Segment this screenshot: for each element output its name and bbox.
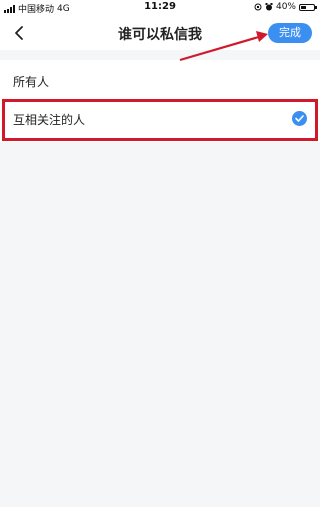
status-bar: 中国移动 4G 11:29 40% [0,0,320,16]
option-label: 所有人 [13,75,50,89]
nav-bar: 谁可以私信我 完成 [0,16,320,50]
battery-fill [301,5,306,9]
rotation-lock-icon [254,3,262,11]
battery-percent: 40% [275,2,296,12]
status-right: 40% [254,2,317,12]
battery-icon [299,3,317,11]
alarm-icon [265,3,273,11]
highlight-box [2,99,318,141]
done-button[interactable]: 完成 [268,23,312,43]
section-gap [0,50,320,60]
